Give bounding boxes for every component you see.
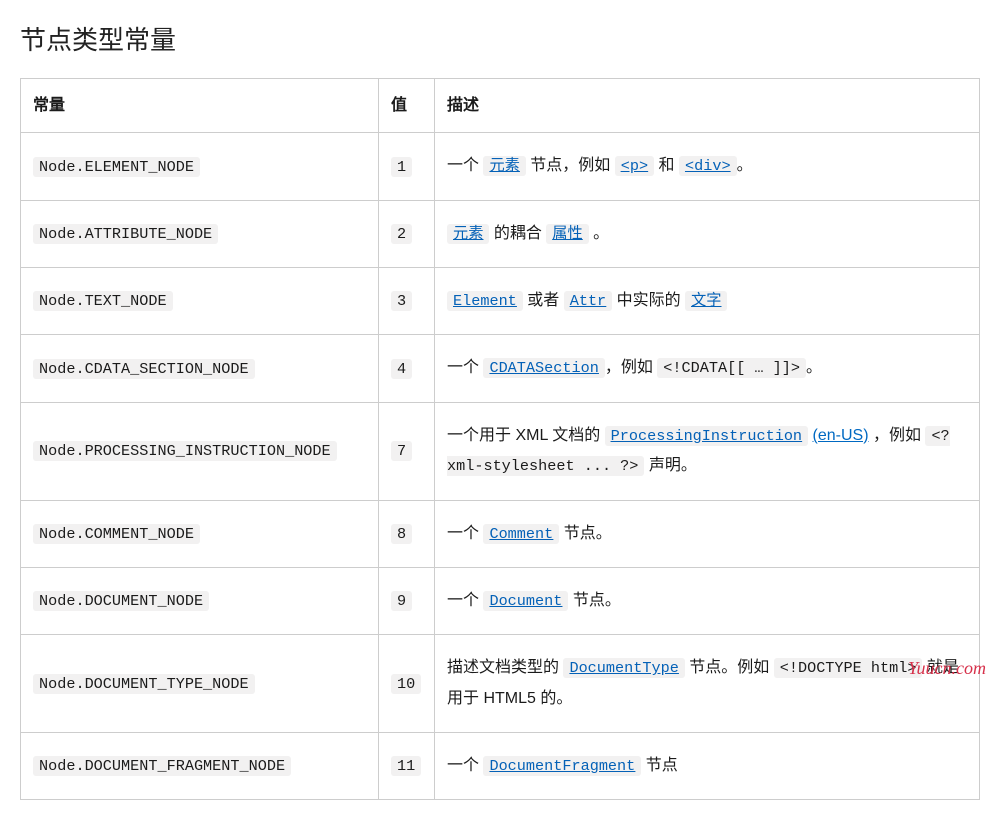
- reference-link[interactable]: DocumentType: [563, 659, 684, 676]
- value-code: 4: [391, 359, 412, 379]
- col-header-value: 值: [379, 78, 435, 133]
- reference-link[interactable]: <p>: [615, 157, 654, 174]
- node-type-table: 常量 值 描述 Node.ELEMENT_NODE 1 一个 元素 节点，例如 <p…: [20, 78, 980, 801]
- constant-cell: Node.ELEMENT_NODE: [21, 133, 379, 200]
- reference-link[interactable]: Attr: [564, 292, 612, 309]
- value-cell: 1: [379, 133, 435, 200]
- reference-link[interactable]: 元素: [483, 157, 525, 174]
- reference-link[interactable]: (en-US): [813, 427, 869, 444]
- table-row: Node.CDATA_SECTION_NODE 4 一个 CDATASection，…: [21, 335, 980, 402]
- description-cell: 一个 Document 节点。: [435, 567, 980, 634]
- col-header-description: 描述: [435, 78, 980, 133]
- table-header-row: 常量 值 描述: [21, 78, 980, 133]
- constant-code: Node.ATTRIBUTE_NODE: [33, 224, 218, 244]
- value-code: 1: [391, 157, 412, 177]
- description-cell: 一个用于 XML 文档的 ProcessingInstruction (en-U…: [435, 402, 980, 500]
- value-cell: 8: [379, 500, 435, 567]
- value-code: 11: [391, 756, 421, 776]
- value-cell: 11: [379, 733, 435, 800]
- reference-link[interactable]: 文字: [685, 292, 727, 309]
- constant-code: Node.ELEMENT_NODE: [33, 157, 200, 177]
- table-row: Node.DOCUMENT_NODE 9 一个 Document 节点。: [21, 567, 980, 634]
- description-cell: 一个 Comment 节点。: [435, 500, 980, 567]
- description-cell: 一个 元素 节点，例如 <p> 和 <div>。: [435, 133, 980, 200]
- constant-code: Node.DOCUMENT_FRAGMENT_NODE: [33, 756, 291, 776]
- reference-link[interactable]: Document: [483, 592, 568, 609]
- constant-cell: Node.PROCESSING_INSTRUCTION_NODE: [21, 402, 379, 500]
- constant-code: Node.DOCUMENT_TYPE_NODE: [33, 674, 255, 694]
- constant-cell: Node.DOCUMENT_TYPE_NODE: [21, 635, 379, 733]
- constant-code: Node.DOCUMENT_NODE: [33, 591, 209, 611]
- value-code: 8: [391, 524, 412, 544]
- watermark: Yuucn.com: [908, 654, 986, 683]
- reference-link[interactable]: Comment: [483, 525, 559, 542]
- description-cell: 描述文档类型的 DocumentType 节点。例如 <!DOCTYPE htm…: [435, 635, 980, 733]
- code-literal: <!DOCTYPE html>: [774, 658, 923, 678]
- value-cell: 3: [379, 267, 435, 334]
- table-row: Node.COMMENT_NODE 8 一个 Comment 节点。: [21, 500, 980, 567]
- value-cell: 9: [379, 567, 435, 634]
- table-row: Node.DOCUMENT_FRAGMENT_NODE 11 一个 Document…: [21, 733, 980, 800]
- constant-code: Node.COMMENT_NODE: [33, 524, 200, 544]
- table-row: Node.TEXT_NODE 3 Element 或者 Attr 中实际的 文字: [21, 267, 980, 334]
- table-row: Node.ELEMENT_NODE 1 一个 元素 节点，例如 <p> 和 <div…: [21, 133, 980, 200]
- reference-link[interactable]: ProcessingInstruction: [605, 427, 808, 444]
- description-cell: 一个 DocumentFragment 节点: [435, 733, 980, 800]
- constant-code: Node.PROCESSING_INSTRUCTION_NODE: [33, 441, 337, 461]
- table-row: Node.DOCUMENT_TYPE_NODE 10 描述文档类型的 Documen…: [21, 635, 980, 733]
- value-cell: 2: [379, 200, 435, 267]
- table-row: Node.PROCESSING_INSTRUCTION_NODE 7 一个用于 XM…: [21, 402, 980, 500]
- reference-link[interactable]: DocumentFragment: [483, 757, 641, 774]
- table-row: Node.ATTRIBUTE_NODE 2 元素 的耦合 属性 。: [21, 200, 980, 267]
- description-cell: 一个 CDATASection，例如 <!CDATA[[ … ]]>。: [435, 335, 980, 402]
- value-cell: 4: [379, 335, 435, 402]
- constant-cell: Node.ATTRIBUTE_NODE: [21, 200, 379, 267]
- value-code: 2: [391, 224, 412, 244]
- reference-link[interactable]: CDATASection: [483, 359, 604, 376]
- description-cell: Element 或者 Attr 中实际的 文字: [435, 267, 980, 334]
- constant-cell: Node.DOCUMENT_NODE: [21, 567, 379, 634]
- reference-link[interactable]: <div>: [679, 157, 737, 174]
- constant-cell: Node.DOCUMENT_FRAGMENT_NODE: [21, 733, 379, 800]
- value-code: 9: [391, 591, 412, 611]
- description-cell: 元素 的耦合 属性 。: [435, 200, 980, 267]
- reference-link[interactable]: 属性: [546, 225, 588, 242]
- constant-code: Node.CDATA_SECTION_NODE: [33, 359, 255, 379]
- value-cell: 10: [379, 635, 435, 733]
- reference-link[interactable]: 元素: [447, 225, 489, 242]
- reference-link[interactable]: Element: [447, 292, 523, 309]
- constant-cell: Node.CDATA_SECTION_NODE: [21, 335, 379, 402]
- value-code: 10: [391, 674, 421, 694]
- value-cell: 7: [379, 402, 435, 500]
- constant-code: Node.TEXT_NODE: [33, 291, 173, 311]
- code-literal: <!CDATA[[ … ]]>: [657, 358, 806, 378]
- constant-cell: Node.TEXT_NODE: [21, 267, 379, 334]
- constant-cell: Node.COMMENT_NODE: [21, 500, 379, 567]
- value-code: 3: [391, 291, 412, 311]
- col-header-constant: 常量: [21, 78, 379, 133]
- value-code: 7: [391, 441, 412, 461]
- page-title: 节点类型常量: [20, 20, 978, 62]
